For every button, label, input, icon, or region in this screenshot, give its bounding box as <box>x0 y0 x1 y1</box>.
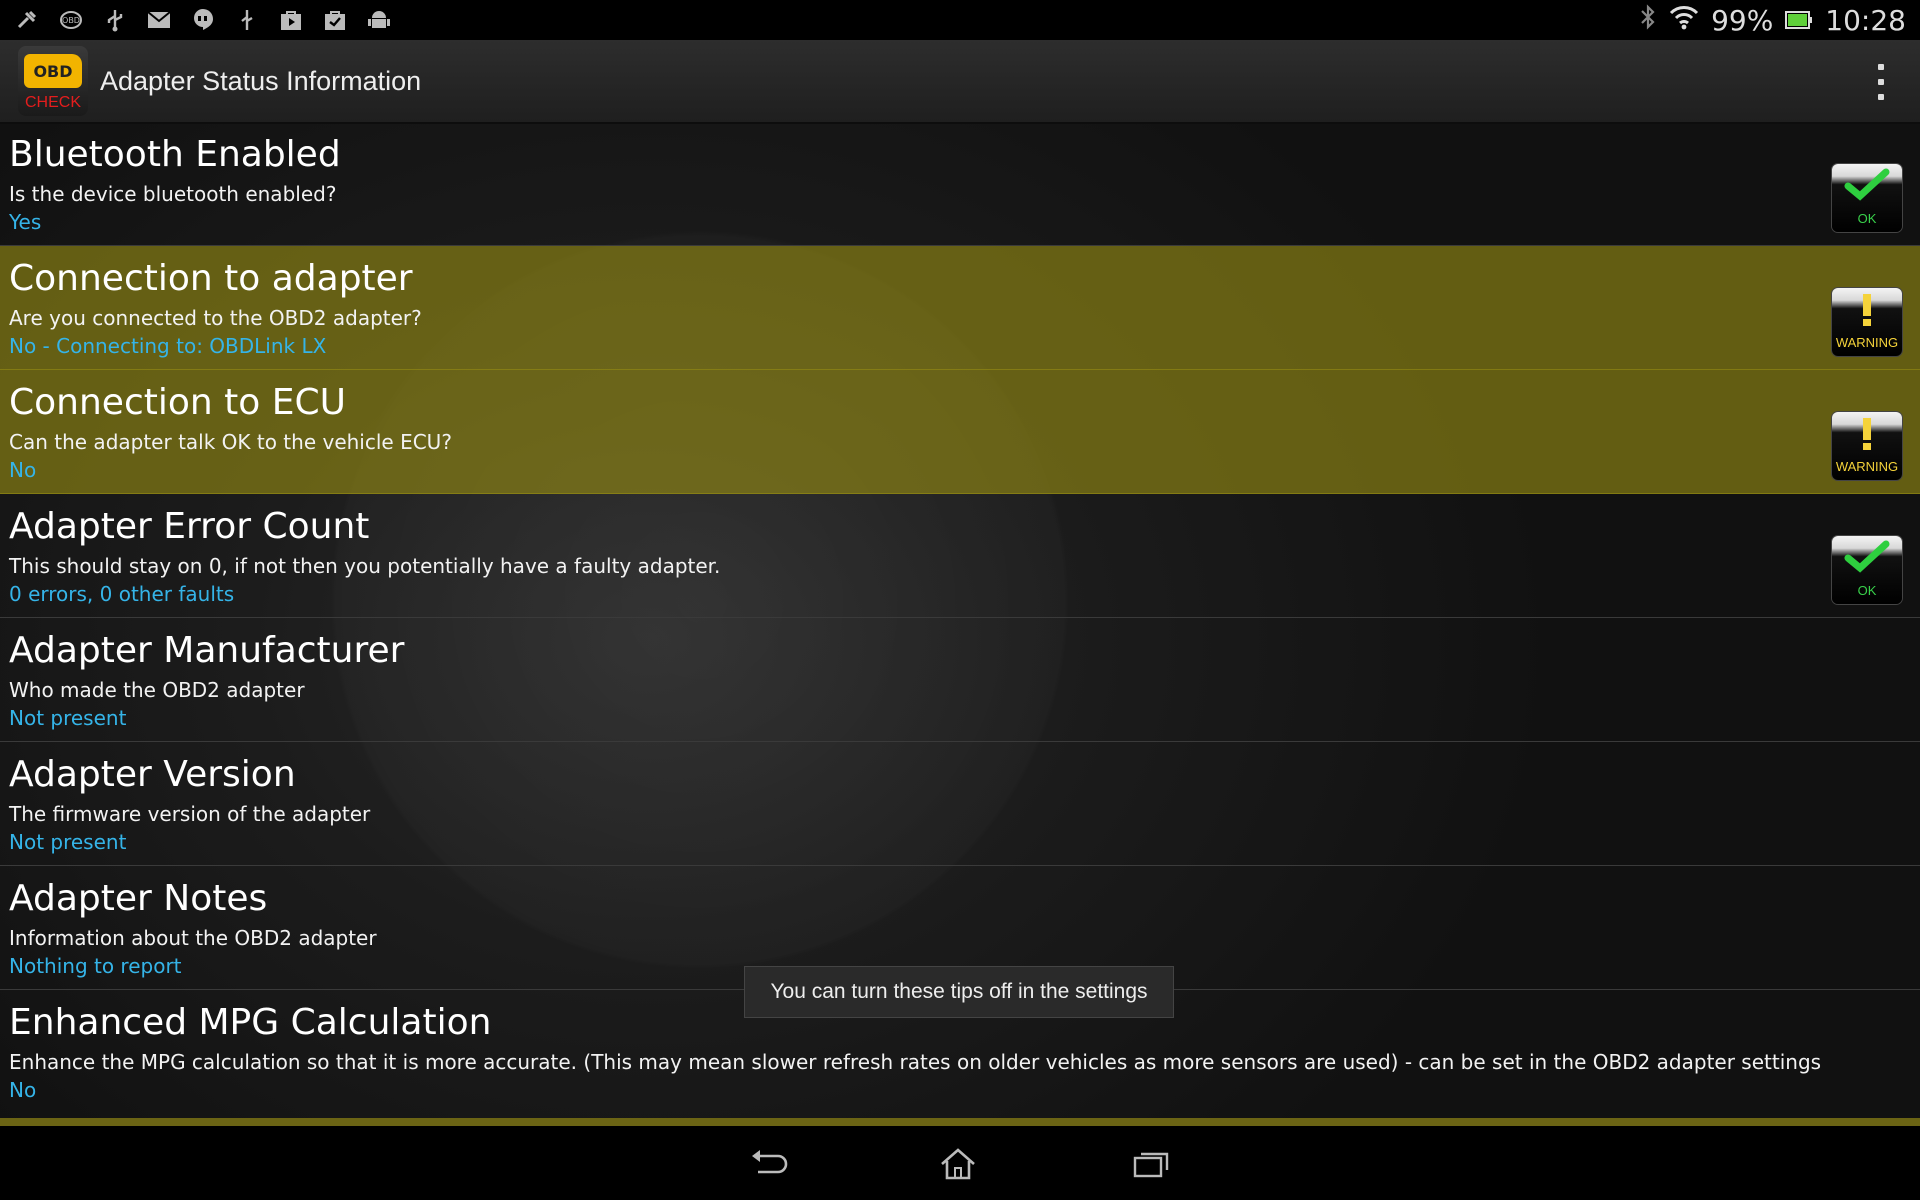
item-value: Nothing to report <box>9 954 182 978</box>
action-bar: OBD CHECK Adapter Status Information <box>0 40 1920 124</box>
item-description: Can the adapter talk OK to the vehicle E… <box>9 430 452 454</box>
warning-badge: WARNING <box>1832 288 1902 356</box>
badge-label: WARNING <box>1835 459 1899 474</box>
bluetooth-icon <box>1639 3 1657 38</box>
back-icon[interactable] <box>748 1146 792 1182</box>
exclamation-icon <box>1832 416 1902 456</box>
exclamation-icon <box>1832 292 1902 332</box>
usb-icon <box>102 7 128 33</box>
tools-icon <box>14 7 40 33</box>
item-value: Yes <box>9 210 42 234</box>
item-description: Who made the OBD2 adapter <box>9 678 305 702</box>
item-description: Enhance the MPG calculation so that it i… <box>9 1050 1822 1074</box>
item-title: Bluetooth Enabled <box>9 134 341 175</box>
item-value: No <box>9 1078 37 1102</box>
app-logo-check-label: CHECK <box>24 94 81 111</box>
item-description: Is the device bluetooth enabled? <box>9 182 337 206</box>
status-bar: OBD 99% 10:28 <box>0 0 1920 40</box>
list-item-adapter-version[interactable]: Adapter Version The firmware version of … <box>0 742 1920 866</box>
item-value: 0 errors, 0 other faults <box>9 582 235 606</box>
item-value: No <box>9 458 37 482</box>
item-title: Connection to ECU <box>9 382 346 423</box>
checkmark-icon <box>1832 540 1902 578</box>
wifi-icon <box>1669 4 1699 37</box>
item-title: Connection to adapter <box>9 258 413 299</box>
item-title: Enhanced MPG Calculation <box>9 1002 492 1043</box>
home-icon[interactable] <box>936 1146 980 1182</box>
item-title: Adapter Version <box>9 754 296 795</box>
item-description: Information about the OBD2 adapter <box>9 926 377 950</box>
checkmark-icon <box>1832 168 1902 206</box>
play-store-icon <box>278 7 304 33</box>
recent-apps-icon[interactable] <box>1130 1146 1174 1182</box>
obd-icon: OBD <box>58 7 84 33</box>
item-value: Not present <box>9 706 127 730</box>
clock: 10:28 <box>1825 3 1906 37</box>
notification-icons: OBD <box>0 7 392 33</box>
item-title: Adapter Manufacturer <box>9 630 405 671</box>
briefcase-check-icon <box>322 7 348 33</box>
navigation-bar <box>0 1126 1920 1200</box>
list-bottom-accent <box>0 1118 1920 1126</box>
system-status: 99% 10:28 <box>1639 3 1920 38</box>
badge-label: WARNING <box>1835 335 1899 350</box>
list-item-bluetooth-enabled[interactable]: Bluetooth Enabled Is the device bluetoot… <box>0 122 1920 246</box>
ok-badge: OK <box>1832 536 1902 604</box>
badge-label: OK <box>1857 583 1877 598</box>
warning-badge: WARNING <box>1832 412 1902 480</box>
list-item-connection-to-ecu[interactable]: Connection to ECU Can the adapter talk O… <box>0 370 1920 494</box>
gmail-icon <box>146 7 172 33</box>
item-title: Adapter Error Count <box>9 506 370 547</box>
list-item-adapter-manufacturer[interactable]: Adapter Manufacturer Who made the OBD2 a… <box>0 618 1920 742</box>
item-value: Not present <box>9 830 127 854</box>
page-title: Adapter Status Information <box>100 65 422 96</box>
android-icon <box>366 7 392 33</box>
hangouts-icon <box>190 7 216 33</box>
usb-debug-icon <box>234 7 260 33</box>
list-item-adapter-error-count[interactable]: Adapter Error Count This should stay on … <box>0 494 1920 618</box>
svg-text:OBD: OBD <box>62 16 80 25</box>
engine-icon: OBD <box>24 54 82 88</box>
tip-toast: You can turn these tips off in the setti… <box>744 966 1174 1018</box>
battery-icon <box>1785 4 1813 37</box>
ok-badge: OK <box>1832 164 1902 232</box>
battery-percent: 99% <box>1711 3 1774 37</box>
item-description: Are you connected to the OBD2 adapter? <box>9 306 422 330</box>
item-title: Adapter Notes <box>9 878 268 919</box>
badge-label: OK <box>1857 211 1877 226</box>
app-logo[interactable]: OBD CHECK <box>18 46 88 116</box>
list-item-connection-to-adapter[interactable]: Connection to adapter Are you connected … <box>0 246 1920 370</box>
item-description: This should stay on 0, if not then you p… <box>9 554 721 578</box>
item-description: The firmware version of the adapter <box>9 802 371 826</box>
overflow-menu-icon[interactable] <box>1876 64 1886 100</box>
item-value: No - Connecting to: OBDLink LX <box>9 334 327 358</box>
